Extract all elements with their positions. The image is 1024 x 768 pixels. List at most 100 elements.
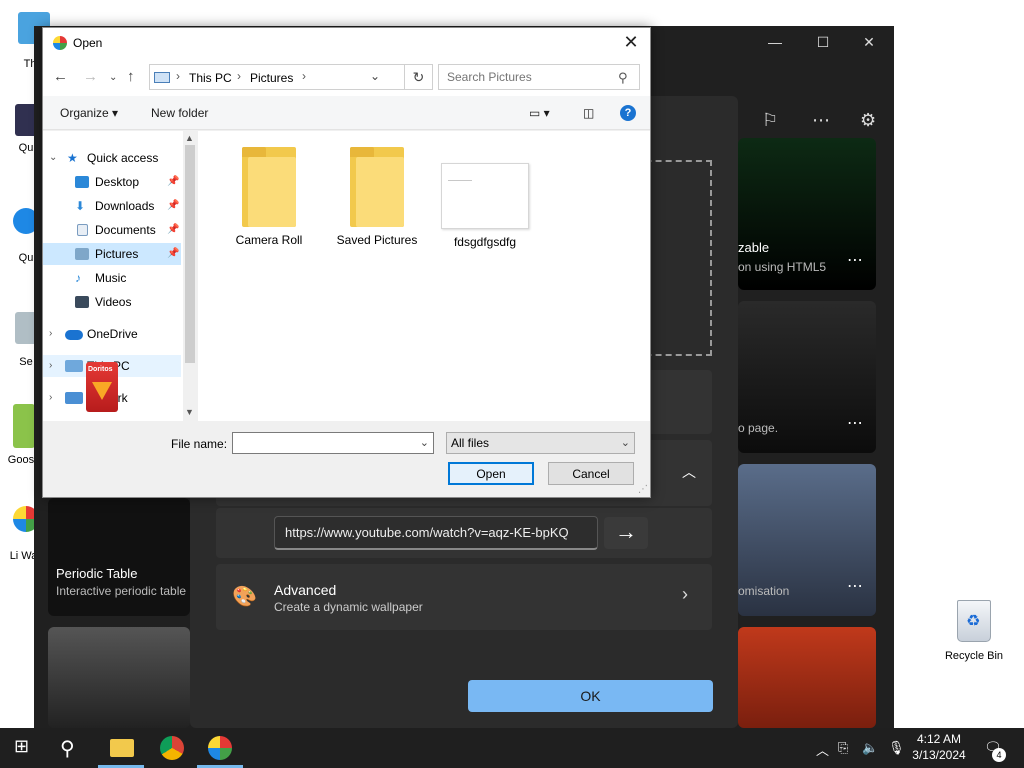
ok-button[interactable]: OK	[468, 680, 713, 712]
chevron-up-icon[interactable]: ︿	[682, 462, 696, 482]
dialog-titlebar: Open ✕	[43, 28, 650, 58]
wallpaper-card[interactable]: zable on using HTML5 ⋯	[738, 138, 876, 290]
nav-videos[interactable]: Videos	[43, 291, 181, 313]
periodic-table-card[interactable]: Periodic Table Interactive periodic tabl…	[48, 498, 190, 616]
new-folder-button[interactable]: New folder	[151, 106, 208, 120]
nav-desktop[interactable]: Desktop 📌	[43, 171, 181, 193]
this-pc-icon	[154, 72, 170, 83]
flag-icon[interactable]: ⚐	[762, 110, 778, 131]
file-item-image[interactable]: fdsgdfgsdfg	[440, 147, 530, 249]
cancel-button[interactable]: Cancel	[548, 462, 634, 485]
maximize-button[interactable]: ☐	[808, 32, 838, 52]
card-more-icon[interactable]: ⋯	[847, 576, 864, 596]
dialog-navbar: ← → ⌄ ↑ › This PC › Pictures › ⌄ ↻ ⚲	[43, 58, 650, 96]
clock-date: 3/13/2024	[912, 748, 966, 762]
chevron-down-icon: ⌄	[49, 152, 58, 163]
chevron-down-icon[interactable]: ⌄	[420, 436, 429, 449]
nav-documents[interactable]: Documents 📌	[43, 219, 181, 241]
pin-icon: 📌	[167, 248, 180, 259]
microphone-icon[interactable]: 🎙	[888, 740, 905, 756]
minimize-button[interactable]: —	[760, 32, 790, 52]
file-type-select[interactable]: All files ⌄	[446, 432, 635, 454]
scroll-down-icon[interactable]: ▼	[185, 407, 194, 417]
address-dropdown-icon[interactable]: ⌄	[370, 69, 380, 83]
chevron-down-icon: ⌄	[620, 437, 630, 449]
dialog-command-bar: Organize ▾ New folder ▭ ▾ ◫ ?	[43, 96, 650, 130]
network-icon[interactable]: ⎘	[838, 740, 848, 756]
nav-quick-access[interactable]: ⌄ ★ Quick access	[43, 147, 181, 169]
cloud-icon	[65, 330, 83, 340]
url-submit-button[interactable]: →	[604, 517, 648, 549]
breadcrumb-this-pc[interactable]: This PC	[189, 71, 232, 85]
network-icon	[65, 392, 83, 404]
chevron-right-icon: ›	[49, 360, 53, 371]
wallpaper-card[interactable]	[738, 627, 876, 728]
taskbar: ⊞ ⚲ ︿ ⎘ 🔈 🎙 4:12 AM 3/13/2024 🗨 4	[0, 728, 1024, 768]
scroll-up-icon[interactable]: ▲	[185, 133, 194, 143]
doritos-sticker[interactable]: Doritos	[86, 362, 118, 412]
pin-icon: 📌	[167, 224, 180, 235]
nav-pictures[interactable]: Pictures 📌	[43, 243, 181, 265]
preview-pane-icon[interactable]: ◫	[583, 106, 594, 120]
search-icon[interactable]: ⚲	[60, 736, 84, 760]
windows-start-icon[interactable]: ⊞	[14, 736, 38, 760]
live-wallpaper-icon[interactable]	[208, 736, 232, 760]
advanced-title: Advanced	[274, 582, 337, 598]
forward-arrow-icon[interactable]: →	[83, 68, 98, 85]
address-bar[interactable]: › This PC › Pictures › ⌄ ↻	[149, 64, 433, 90]
file-item-folder[interactable]: Saved Pictures	[332, 147, 422, 247]
chip-icon	[92, 382, 112, 400]
more-icon[interactable]: ⋯	[812, 110, 830, 131]
music-note-icon: ♪	[75, 271, 81, 285]
dialog-close-button[interactable]: ✕	[618, 30, 644, 54]
chevron-right-icon: ›	[49, 328, 53, 339]
breadcrumb-separator-icon: ›	[176, 69, 180, 83]
back-arrow-icon[interactable]: ←	[53, 68, 68, 85]
card-more-icon[interactable]: ⋯	[847, 250, 864, 270]
organize-button[interactable]: Organize ▾	[60, 106, 118, 120]
up-arrow-icon[interactable]: ↑	[127, 68, 135, 85]
help-icon[interactable]: ?	[620, 105, 636, 121]
image-thumbnail-icon	[441, 163, 529, 229]
pin-icon: 📌	[167, 200, 180, 211]
download-arrow-icon: ⬇	[75, 199, 86, 213]
star-icon: ★	[67, 151, 78, 165]
pictures-icon	[75, 248, 89, 260]
url-input[interactable]: https://www.youtube.com/watch?v=aqz-KE-b…	[274, 516, 598, 550]
open-file-dialog: Open ✕ ← → ⌄ ↑ › This PC › Pictures › ⌄ …	[42, 27, 651, 498]
card-more-icon[interactable]: ⋯	[847, 413, 864, 433]
view-options-icon[interactable]: ▭ ▾	[529, 106, 550, 120]
film-icon	[75, 296, 89, 308]
close-app-button[interactable]: ✕	[854, 32, 884, 52]
file-item-folder[interactable]: Camera Roll	[224, 147, 314, 247]
wallpaper-card[interactable]: omisation ⋯	[738, 464, 876, 616]
scrollbar-thumb[interactable]	[185, 145, 195, 363]
nav-onedrive[interactable]: › OneDrive	[43, 323, 181, 345]
wallpaper-card[interactable]	[48, 627, 190, 728]
goose-icon	[13, 404, 35, 448]
nav-pane-scrollbar[interactable]: ▲ ▼	[183, 131, 197, 421]
search-input[interactable]	[438, 64, 640, 90]
arrow-right-icon: →	[615, 519, 637, 544]
file-name-input[interactable]: ⌄	[232, 432, 434, 454]
file-explorer-icon[interactable]	[110, 739, 134, 757]
chrome-icon[interactable]	[160, 736, 184, 760]
gear-icon[interactable]: ⚙	[860, 110, 876, 131]
pin-icon: 📌	[167, 176, 180, 187]
folder-icon	[350, 147, 404, 227]
app-logo-icon	[53, 36, 67, 50]
resize-grip-icon[interactable]: ⋰	[638, 484, 648, 495]
refresh-icon[interactable]: ↻	[404, 65, 432, 89]
wallpaper-card[interactable]: o page. ⋯	[738, 301, 876, 453]
chevron-up-icon[interactable]: ︿	[816, 740, 829, 759]
recycle-bin[interactable]: Recycle Bin	[938, 600, 1010, 662]
taskbar-clock[interactable]: 4:12 AM 3/13/2024	[906, 731, 972, 763]
nav-downloads[interactable]: ⬇ Downloads 📌	[43, 195, 181, 217]
nav-music[interactable]: ♪ Music	[43, 267, 181, 289]
volume-icon[interactable]: 🔈	[862, 740, 878, 756]
document-icon	[77, 224, 88, 236]
open-button[interactable]: Open	[448, 462, 534, 485]
breadcrumb-pictures[interactable]: Pictures	[250, 71, 293, 85]
chevron-right-icon: ›	[49, 392, 53, 403]
recent-locations-icon[interactable]: ⌄	[109, 72, 117, 83]
